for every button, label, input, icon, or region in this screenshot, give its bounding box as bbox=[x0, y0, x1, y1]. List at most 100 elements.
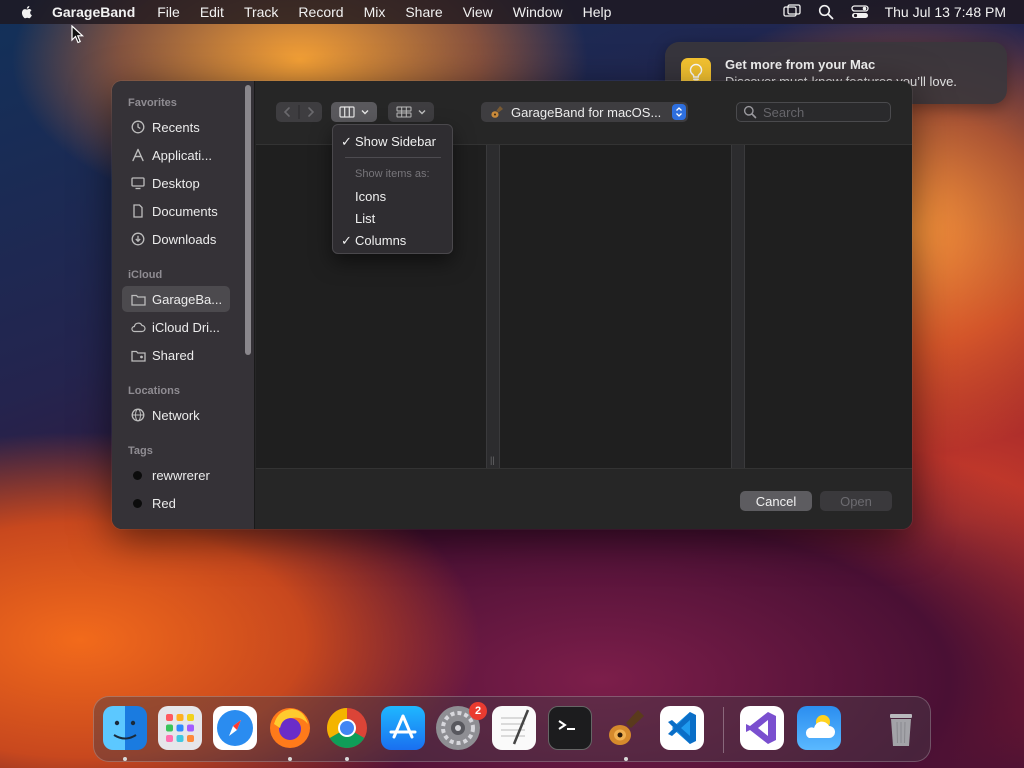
column-resize-handle[interactable] bbox=[731, 145, 745, 469]
grid-group-icon bbox=[396, 106, 411, 118]
weather-icon[interactable] bbox=[797, 706, 841, 750]
menu-item-show-sidebar[interactable]: Show Sidebar bbox=[355, 134, 436, 149]
menu-record[interactable]: Record bbox=[298, 4, 343, 20]
menu-window[interactable]: Window bbox=[513, 4, 563, 20]
spotlight-search-icon[interactable] bbox=[817, 3, 835, 21]
applications-icon bbox=[130, 147, 146, 163]
sidebar-tag-red[interactable]: Red bbox=[122, 490, 230, 516]
dock-separator bbox=[723, 707, 724, 753]
menu-app-name[interactable]: GarageBand bbox=[52, 4, 135, 20]
sidebar-item-label: Recents bbox=[152, 119, 200, 135]
menu-track[interactable]: Track bbox=[244, 4, 278, 20]
vscode-icon[interactable] bbox=[660, 706, 704, 750]
sidebar-item-label: Applicati... bbox=[152, 147, 212, 163]
screen-mirroring-icon[interactable] bbox=[782, 3, 801, 21]
running-indicator bbox=[345, 757, 349, 761]
mouse-pointer-icon bbox=[71, 25, 85, 44]
document-icon bbox=[130, 203, 146, 219]
location-popup-label: GarageBand for macOS... bbox=[511, 104, 662, 120]
trash-icon[interactable] bbox=[879, 706, 923, 750]
sidebar-item-applications[interactable]: Applicati... bbox=[122, 142, 230, 168]
columns-view-icon bbox=[338, 106, 355, 118]
sidebar-item-recents[interactable]: Recents bbox=[122, 114, 230, 140]
running-indicator bbox=[624, 757, 628, 761]
finder-icon[interactable] bbox=[103, 706, 147, 750]
menubar-clock[interactable]: Thu Jul 13 7:48 PM bbox=[885, 4, 1006, 20]
view-options-menu: ✓ Show Sidebar Show items as: Icons List… bbox=[332, 124, 453, 254]
cloud-icon bbox=[130, 319, 146, 335]
sidebar-item-desktop[interactable]: Desktop bbox=[122, 170, 230, 196]
dialog-sidebar: Favorites Recents Applicati... Desktop D… bbox=[112, 81, 255, 529]
menu-edit[interactable]: Edit bbox=[200, 4, 224, 20]
running-indicator bbox=[123, 757, 127, 761]
menu-view[interactable]: View bbox=[463, 4, 493, 20]
chevron-down-icon bbox=[361, 110, 368, 115]
dock: 2 bbox=[93, 696, 931, 762]
popup-stepper-icon bbox=[672, 104, 686, 120]
checkmark-icon: ✓ bbox=[341, 233, 352, 248]
sidebar-scrollbar[interactable] bbox=[245, 85, 251, 355]
menu-share[interactable]: Share bbox=[405, 4, 442, 20]
control-center-icon[interactable] bbox=[850, 3, 869, 21]
desktop-icon bbox=[130, 175, 146, 191]
network-globe-icon bbox=[130, 407, 146, 423]
sidebar-item-label: Network bbox=[152, 407, 200, 423]
dialog-footer: Cancel Open bbox=[256, 468, 912, 529]
menu-help[interactable]: Help bbox=[583, 4, 612, 20]
visual-studio-icon[interactable] bbox=[740, 706, 784, 750]
sidebar-item-label: GarageBa... bbox=[152, 291, 223, 307]
search-icon bbox=[743, 105, 757, 119]
back-forward-chevrons-icon bbox=[283, 105, 315, 119]
column-grip-icon: || bbox=[490, 455, 495, 465]
sidebar-item-garageband-folder[interactable]: GarageBa... bbox=[122, 286, 230, 312]
sidebar-section-tags: Tags bbox=[128, 445, 153, 457]
folder-icon bbox=[130, 291, 146, 307]
menu-bar: GarageBand File Edit Track Record Mix Sh… bbox=[0, 0, 1024, 24]
menu-item-icons[interactable]: Icons bbox=[355, 189, 386, 204]
apple-menu-icon[interactable] bbox=[18, 3, 36, 21]
sidebar-item-network[interactable]: Network bbox=[122, 402, 230, 428]
shared-folder-icon bbox=[130, 347, 146, 363]
notification-badge: 2 bbox=[469, 702, 487, 720]
menu-separator bbox=[345, 157, 441, 158]
textedit-icon[interactable] bbox=[492, 706, 536, 750]
search-field[interactable] bbox=[736, 102, 891, 122]
notification-title: Get more from your Mac bbox=[725, 57, 876, 72]
sidebar-item-label: Shared bbox=[152, 347, 194, 363]
column-resize-handle[interactable]: || bbox=[486, 145, 500, 469]
clock-icon bbox=[130, 119, 146, 135]
firefox-icon[interactable] bbox=[268, 706, 312, 750]
menu-item-list[interactable]: List bbox=[355, 211, 375, 226]
sidebar-item-label: Downloads bbox=[152, 231, 217, 247]
menu-file[interactable]: File bbox=[157, 4, 180, 20]
view-mode-columns-button[interactable] bbox=[331, 102, 377, 122]
sidebar-section-locations: Locations bbox=[128, 385, 180, 397]
sidebar-item-downloads[interactable]: Downloads bbox=[122, 226, 230, 252]
menu-mix[interactable]: Mix bbox=[364, 4, 386, 20]
sidebar-item-shared[interactable]: Shared bbox=[122, 342, 230, 368]
back-forward-buttons[interactable] bbox=[276, 102, 322, 122]
open-button[interactable]: Open bbox=[820, 491, 892, 511]
terminal-icon[interactable] bbox=[548, 706, 592, 750]
search-input[interactable] bbox=[763, 104, 883, 120]
app-store-icon[interactable] bbox=[381, 706, 425, 750]
sidebar-item-label: iCloud Dri... bbox=[152, 319, 220, 335]
sidebar-item-icloud-drive[interactable]: iCloud Dri... bbox=[122, 314, 230, 340]
garageband-icon[interactable] bbox=[604, 706, 648, 750]
sidebar-section-icloud: iCloud bbox=[128, 269, 163, 281]
sidebar-item-label: Red bbox=[152, 495, 176, 511]
garageband-guitar-icon bbox=[491, 106, 503, 118]
launchpad-icon[interactable] bbox=[158, 706, 202, 750]
menu-item-columns[interactable]: Columns bbox=[355, 233, 406, 248]
group-by-button[interactable] bbox=[388, 102, 434, 122]
downloads-icon bbox=[130, 231, 146, 247]
sidebar-tag-rewwrerer[interactable]: rewwrerer bbox=[122, 462, 230, 488]
cancel-button[interactable]: Cancel bbox=[740, 491, 812, 511]
running-indicator bbox=[288, 757, 292, 761]
tag-color-dot bbox=[133, 470, 142, 480]
sidebar-item-label: rewwrerer bbox=[152, 467, 210, 483]
safari-icon[interactable] bbox=[213, 706, 257, 750]
location-popup[interactable]: GarageBand for macOS... bbox=[481, 102, 688, 122]
chrome-icon[interactable] bbox=[325, 706, 369, 750]
sidebar-item-documents[interactable]: Documents bbox=[122, 198, 230, 224]
